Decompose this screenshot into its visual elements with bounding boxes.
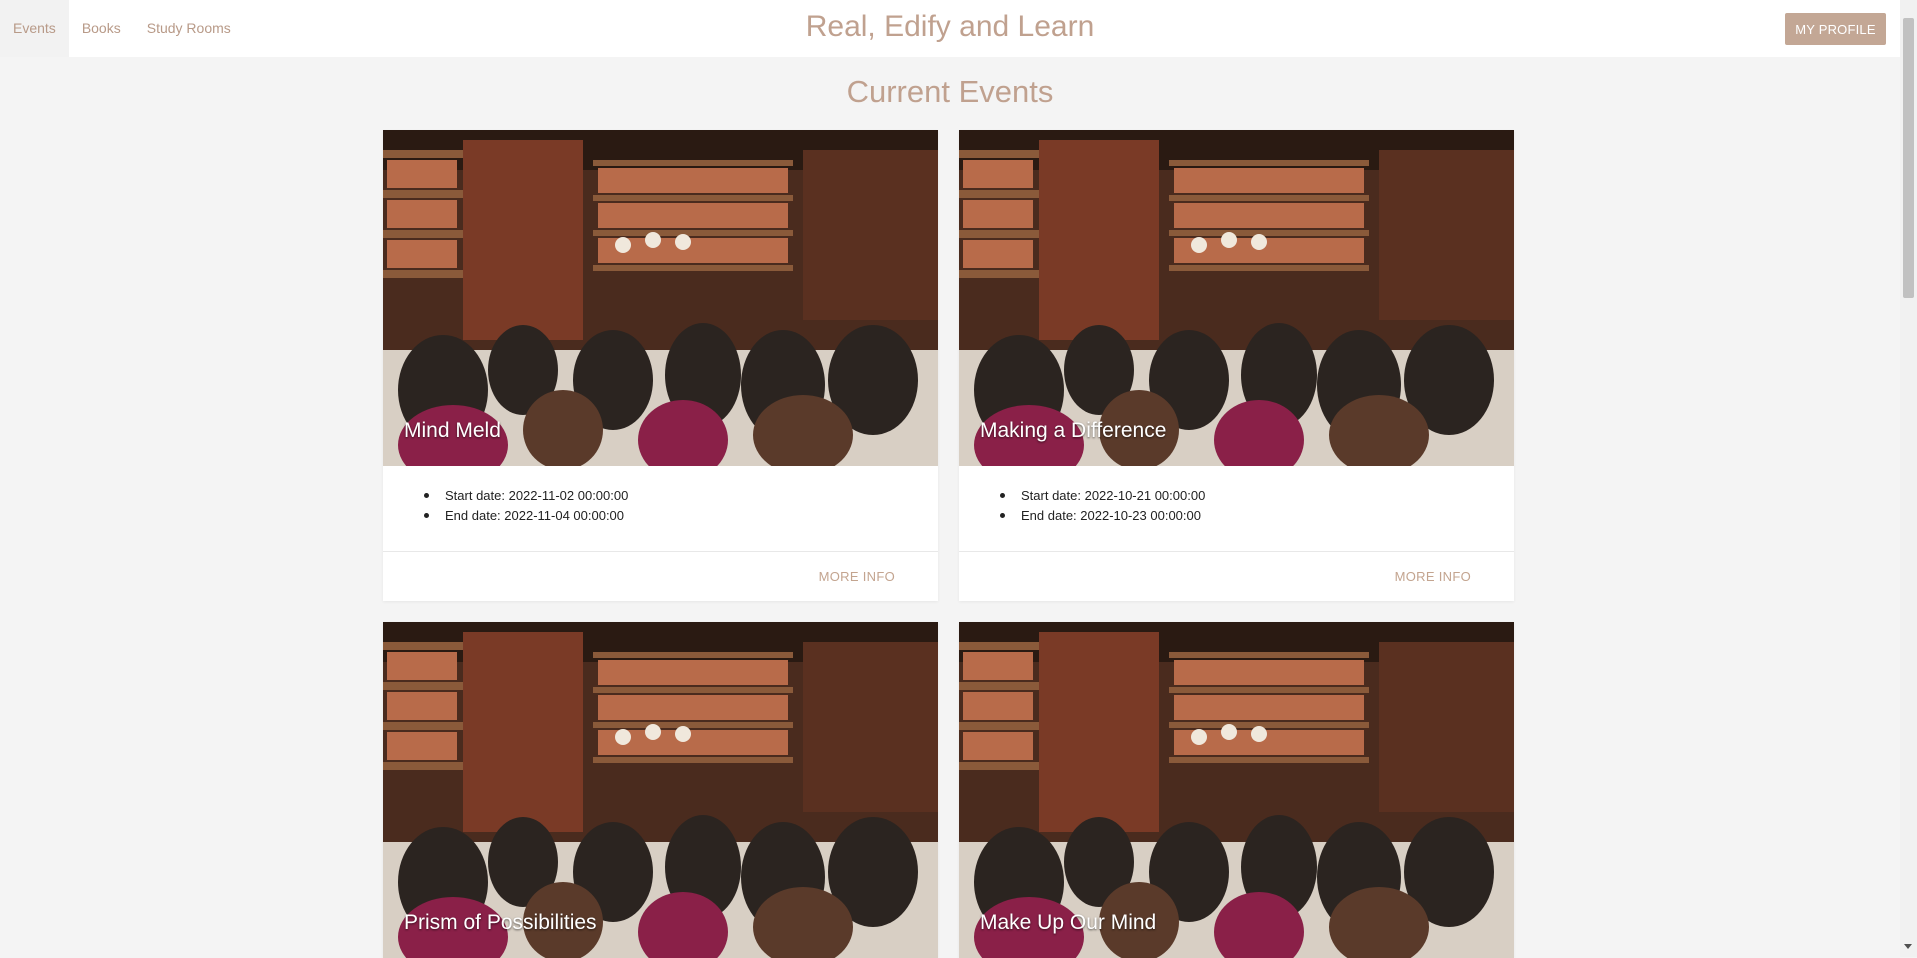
event-card-title: Making a Difference	[980, 419, 1167, 442]
event-card-action: MORE INFO	[959, 551, 1514, 601]
event-dates-list: Start date: 2022-11-02 00:00:00 End date…	[424, 486, 938, 526]
scrollbar-thumb[interactable]	[1903, 18, 1914, 298]
event-card: Make Up Our Mind	[959, 622, 1514, 958]
event-card: Making a Difference Start date: 2022-10-…	[959, 130, 1514, 601]
event-card-title: Make Up Our Mind	[980, 911, 1157, 934]
event-card: Prism of Possibilities	[383, 622, 938, 958]
event-card-title: Prism of Possibilities	[404, 911, 597, 934]
event-start-date: Start date: 2022-11-02 00:00:00	[424, 486, 938, 506]
event-card-title: Mind Meld	[404, 419, 501, 442]
bookstore-event-photo	[959, 130, 1514, 466]
page-heading: Current Events	[846, 74, 1054, 109]
bookstore-event-photo	[383, 130, 938, 466]
event-end-date: End date: 2022-11-04 00:00:00	[424, 506, 938, 526]
event-end-date: End date: 2022-10-23 00:00:00	[1000, 506, 1514, 526]
more-info-link[interactable]: MORE INFO	[1395, 569, 1471, 584]
site-title: Real, Edify and Learn	[805, 10, 1095, 43]
top-navbar: Events Books Study Rooms Real, Edify and…	[0, 0, 1900, 57]
event-card-action: MORE INFO	[383, 551, 938, 601]
bookstore-event-photo	[383, 622, 938, 958]
event-dates-list: Start date: 2022-10-21 00:00:00 End date…	[1000, 486, 1514, 526]
scroll-down-arrow-icon[interactable]	[1904, 944, 1912, 949]
event-card-content: Start date: 2022-10-21 00:00:00 End date…	[959, 466, 1514, 551]
event-card-image: Making a Difference	[959, 130, 1514, 466]
event-card-image: Make Up Our Mind	[959, 622, 1514, 958]
event-card-content: Start date: 2022-11-02 00:00:00 End date…	[383, 466, 938, 551]
more-info-link[interactable]: MORE INFO	[819, 569, 895, 584]
bookstore-event-photo	[959, 622, 1514, 958]
my-profile-button[interactable]: MY PROFILE	[1785, 13, 1886, 45]
events-grid: Mind Meld Start date: 2022-11-02 00:00:0…	[383, 130, 1514, 958]
event-card-image: Mind Meld	[383, 130, 938, 466]
event-card-image: Prism of Possibilities	[383, 622, 938, 958]
event-start-date: Start date: 2022-10-21 00:00:00	[1000, 486, 1514, 506]
event-card: Mind Meld Start date: 2022-11-02 00:00:0…	[383, 130, 938, 601]
